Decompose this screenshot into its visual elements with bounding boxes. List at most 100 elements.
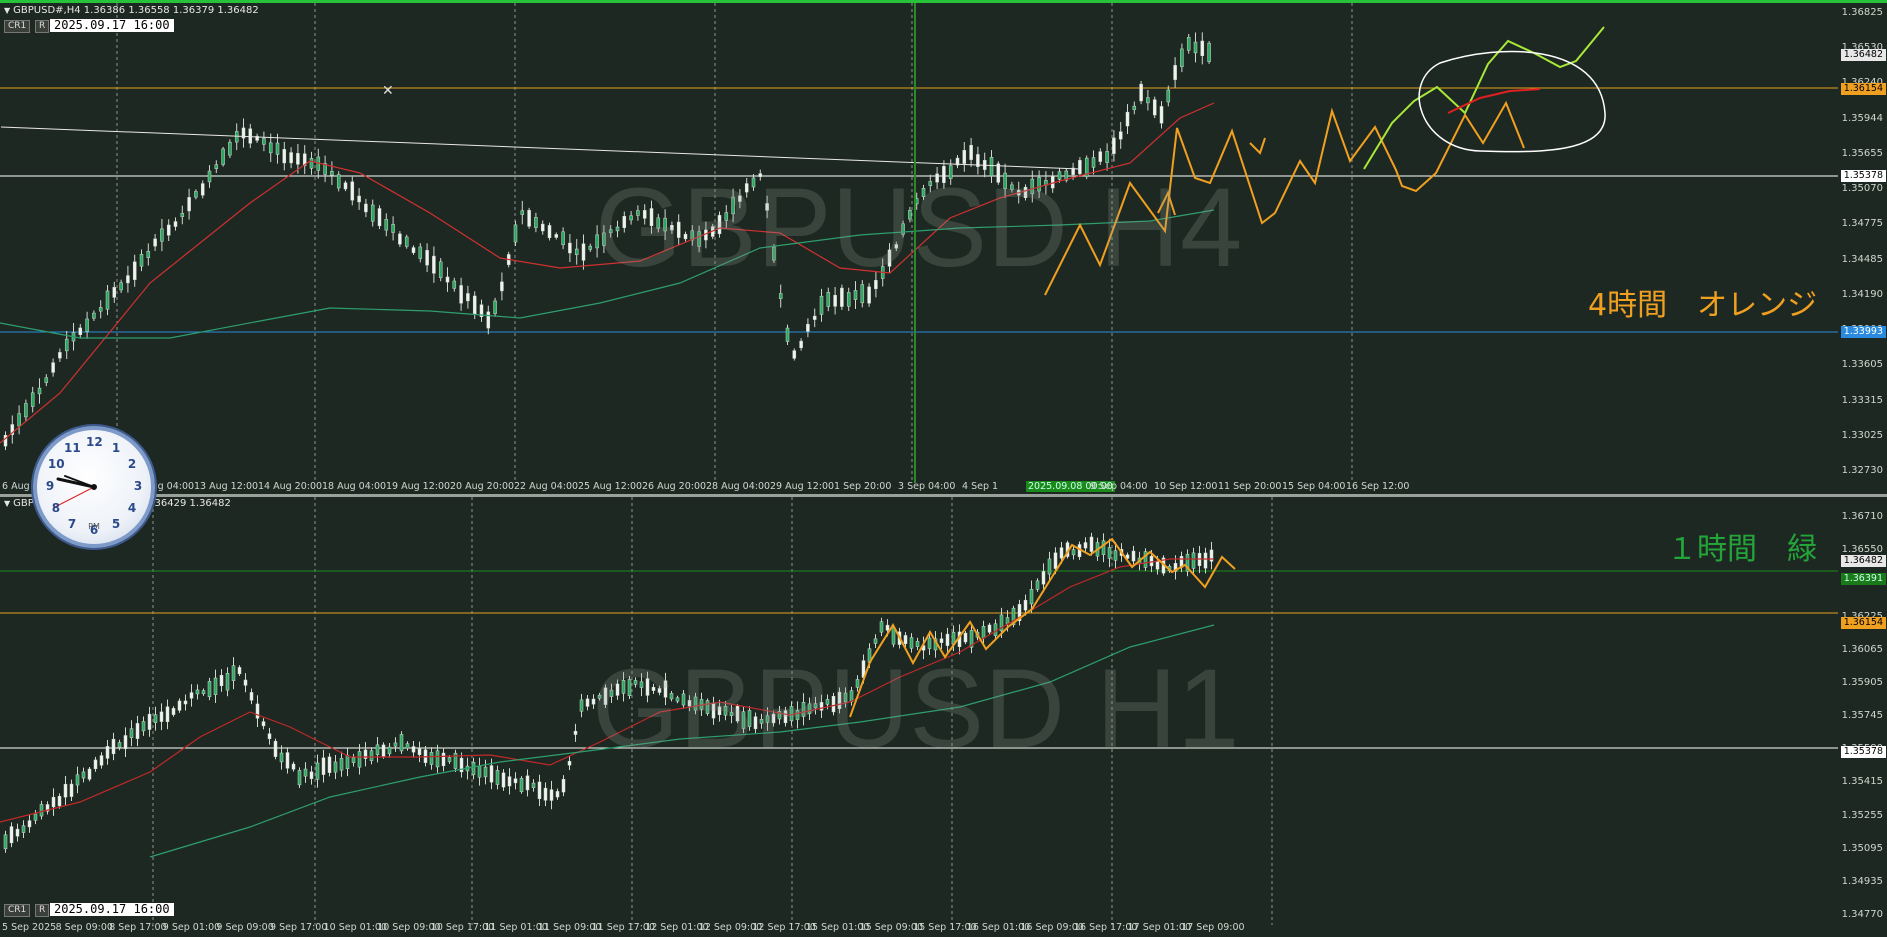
candle bbox=[159, 711, 164, 722]
candle bbox=[297, 770, 302, 786]
clock-number: 9 bbox=[45, 479, 55, 493]
price-label: 1.36550 bbox=[1841, 544, 1883, 556]
h1-symbol-header: ▼ GBP bbox=[4, 498, 34, 509]
h1-chart-pane[interactable]: GBPUSD H1 ▼ GBP 1.36429 1.36482 CR1 R 202… bbox=[0, 497, 1887, 937]
h4-r-badge[interactable]: R bbox=[35, 20, 50, 33]
price-label: 1.34935 bbox=[1841, 875, 1883, 887]
candle bbox=[1159, 106, 1164, 124]
clock-center-pin bbox=[91, 484, 97, 490]
candle bbox=[135, 723, 140, 739]
clock-number: 2 bbox=[127, 457, 137, 471]
candle bbox=[785, 327, 790, 342]
h4-cr1-badge[interactable]: CR1 bbox=[4, 20, 31, 33]
h4-chart-pane[interactable]: ✕ GBPUSD H4 ▼ GBPUSD#,H4 1.36386 1.36558 … bbox=[0, 0, 1887, 495]
price-label: 1.35415 bbox=[1841, 776, 1883, 788]
candle bbox=[471, 762, 476, 775]
price-label: 1.34190 bbox=[1841, 288, 1883, 300]
target-circle bbox=[1418, 50, 1606, 153]
price-label: 1.34485 bbox=[1841, 253, 1883, 265]
candle bbox=[171, 708, 176, 715]
h1-price-axis[interactable]: 1.367101.365501.363851.362251.360651.359… bbox=[1839, 497, 1887, 937]
candle bbox=[445, 276, 450, 283]
time-label: 20 Aug 20:00 bbox=[450, 481, 515, 492]
clock-number: 1 bbox=[111, 440, 121, 455]
candle bbox=[520, 210, 525, 215]
candle bbox=[459, 285, 463, 304]
candle bbox=[425, 250, 429, 266]
candle bbox=[1118, 131, 1123, 140]
clock-number: 10 bbox=[47, 457, 65, 471]
price-tag: 1.35378 bbox=[1840, 746, 1886, 758]
candle bbox=[1203, 552, 1208, 569]
candle bbox=[1089, 536, 1094, 552]
candle bbox=[819, 295, 824, 315]
candle bbox=[873, 638, 878, 644]
candle bbox=[493, 300, 497, 314]
candle bbox=[477, 765, 482, 778]
candle bbox=[1193, 41, 1198, 54]
candle bbox=[177, 700, 182, 711]
candle bbox=[399, 734, 404, 752]
candle bbox=[207, 681, 212, 697]
candle bbox=[30, 392, 35, 407]
candle bbox=[987, 624, 992, 633]
candle bbox=[418, 246, 423, 259]
price-tag: 1.35378 bbox=[1840, 170, 1886, 182]
time-label: 4 Sep 1 bbox=[962, 481, 999, 492]
candle bbox=[962, 150, 967, 164]
candle bbox=[153, 238, 157, 247]
candle bbox=[812, 315, 817, 320]
h1-cr1-badge[interactable]: CR1 bbox=[4, 904, 31, 917]
candle bbox=[268, 142, 273, 154]
candle bbox=[201, 690, 206, 695]
candle bbox=[1209, 549, 1214, 562]
collapse-triangle-icon[interactable]: ▼ bbox=[4, 499, 10, 508]
candle bbox=[17, 413, 21, 427]
h1-annotation-note: １時間 緑 bbox=[1667, 532, 1817, 567]
candle bbox=[1047, 558, 1052, 575]
h1-watermark: GBPUSD H1 bbox=[592, 646, 1240, 771]
candle bbox=[51, 796, 56, 808]
candle bbox=[377, 208, 382, 227]
candle bbox=[555, 791, 560, 798]
candle bbox=[350, 181, 355, 201]
candle bbox=[1125, 111, 1130, 127]
candle bbox=[513, 224, 518, 243]
candle bbox=[225, 673, 230, 691]
collapse-triangle-icon[interactable]: ▼ bbox=[4, 6, 10, 15]
candle bbox=[3, 834, 8, 850]
candle bbox=[1041, 571, 1046, 585]
candle bbox=[527, 210, 531, 227]
candle bbox=[194, 191, 198, 198]
candle bbox=[486, 311, 491, 329]
candle bbox=[165, 706, 170, 722]
candle bbox=[309, 771, 314, 779]
candle bbox=[1166, 89, 1171, 103]
candle bbox=[275, 142, 280, 155]
candle bbox=[27, 820, 32, 828]
analog-clock-widget[interactable]: PM 12 1 2 3 4 5 6 7 8 9 10 11 bbox=[33, 426, 155, 548]
h1-r-badge[interactable]: R bbox=[35, 904, 50, 917]
candle bbox=[364, 203, 368, 213]
price-label: 1.32730 bbox=[1841, 465, 1883, 476]
candle bbox=[370, 204, 375, 222]
candle bbox=[435, 750, 440, 768]
candle bbox=[33, 813, 38, 821]
candle bbox=[330, 171, 334, 176]
candle bbox=[1191, 552, 1196, 569]
candle bbox=[833, 294, 837, 307]
h4-price-axis[interactable]: 1.368251.365301.362401.359441.356551.350… bbox=[1839, 3, 1887, 495]
candle bbox=[939, 638, 944, 643]
candle bbox=[561, 779, 566, 793]
clock-number: 7 bbox=[67, 517, 77, 532]
time-label: 9 Sep 04:00 bbox=[1090, 481, 1148, 492]
candle bbox=[357, 751, 362, 768]
candle bbox=[119, 282, 123, 291]
h1-datetime-box: 2025.09.17 16:00 bbox=[50, 903, 174, 916]
candle bbox=[231, 665, 236, 681]
time-label: 29 Aug 12:00 bbox=[770, 481, 835, 492]
candle bbox=[1146, 97, 1150, 104]
time-label: 9 Sep 09:00 bbox=[216, 922, 274, 933]
candle bbox=[891, 627, 896, 645]
candle bbox=[525, 775, 530, 791]
